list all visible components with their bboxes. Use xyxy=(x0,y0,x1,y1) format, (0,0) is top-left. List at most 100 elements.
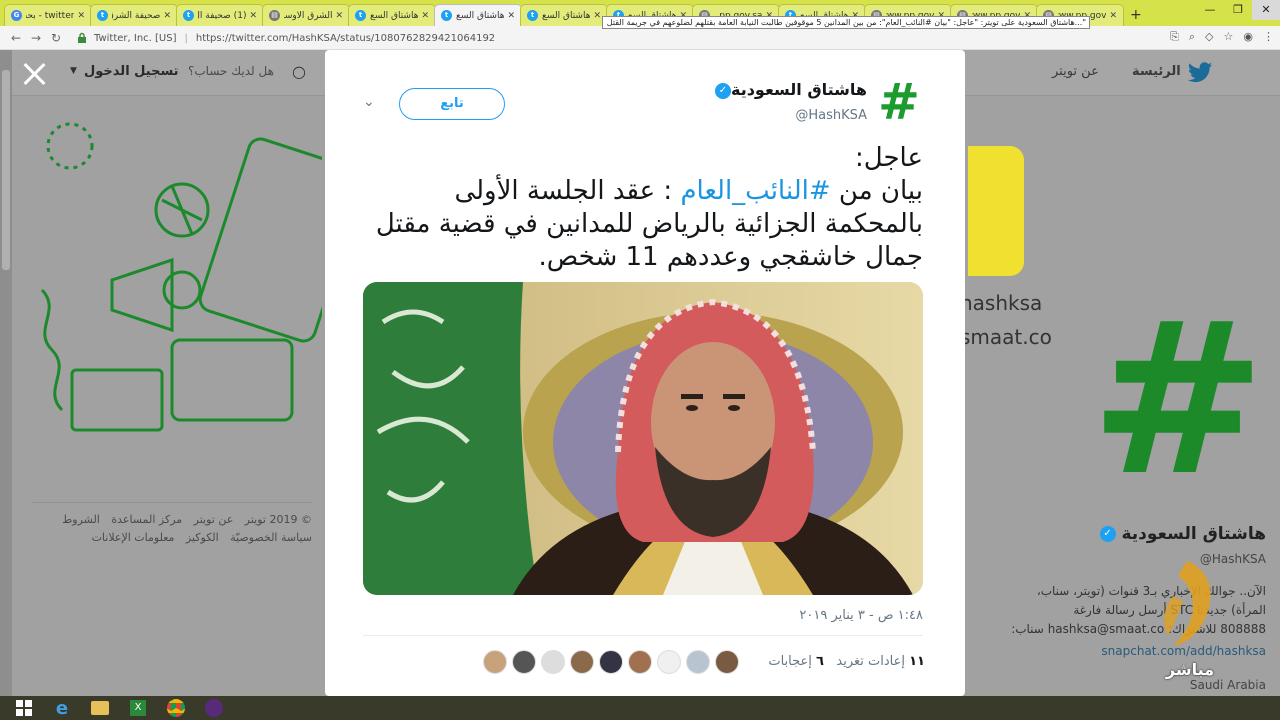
chrome-icon[interactable] xyxy=(160,697,192,719)
bookmark-star-icon[interactable]: ☆ xyxy=(1224,30,1234,44)
back-icon[interactable]: ← xyxy=(6,31,26,45)
footer-links: © 2019 تويتر عن تويتر مركز المساعدة الشر… xyxy=(32,502,312,547)
browser-toolbar: ← → ↻ Twitter, Inc. [US] | https://twitt… xyxy=(0,26,1280,50)
twitter-icon: t xyxy=(183,10,194,21)
file-explorer-icon[interactable] xyxy=(84,697,116,719)
address-bar[interactable]: Twitter, Inc. [US] | https://twitter.com… xyxy=(76,29,1156,47)
windows-start-icon[interactable] xyxy=(8,697,40,719)
tweet-text-before-tag: بيان من xyxy=(830,176,923,206)
tweet-timestamp[interactable]: ١:٤٨ ص - ٣ يناير ٢٠١٩ xyxy=(625,608,923,623)
tweet-photo[interactable] xyxy=(363,282,923,595)
profile-location: Saudi Arabia xyxy=(1189,678,1266,692)
window-close-icon[interactable]: ✕ xyxy=(1252,0,1280,20)
follow-button[interactable]: تابع xyxy=(399,88,505,120)
likes-count[interactable]: ٦ xyxy=(816,654,824,669)
url-text[interactable]: https://twitter.com/HashKSA/status/10807… xyxy=(196,33,495,44)
profile-name[interactable]: هاشتاق السعودية ✓ xyxy=(1060,524,1266,544)
browser-tab[interactable]: t صحيفة الشرق ✕ xyxy=(90,4,178,26)
verified-icon: ✓ xyxy=(1099,526,1116,542)
forward-icon[interactable]: → xyxy=(26,31,46,45)
tweet-author-name[interactable]: هاشتاق السعودية✓ xyxy=(685,80,867,99)
footer-cookies[interactable]: الكوكيز xyxy=(186,531,219,544)
footer-ads-info[interactable]: معلومات الإعلانات xyxy=(92,531,175,544)
minimize-icon[interactable]: — xyxy=(1196,0,1224,20)
twitter-icon: t xyxy=(97,10,108,21)
avatar[interactable] xyxy=(657,650,681,674)
footer-copyright: © 2019 تويتر xyxy=(244,513,312,526)
close-icon[interactable]: ✕ xyxy=(593,11,601,21)
tweet-photo-image xyxy=(363,282,923,595)
close-icon[interactable]: ✕ xyxy=(421,11,429,21)
google-icon: G xyxy=(11,10,22,21)
avatar[interactable] xyxy=(686,650,710,674)
new-tab-button[interactable]: + xyxy=(1130,7,1142,23)
close-icon[interactable]: ✕ xyxy=(335,11,343,21)
live-label: مباشر xyxy=(1165,660,1215,679)
chevron-down-icon[interactable]: ⌄ xyxy=(363,94,375,110)
login-link[interactable]: تسجيل الدخول xyxy=(84,64,179,79)
page-icon: ▤ xyxy=(269,10,280,21)
twitter-bird-icon[interactable] xyxy=(1186,62,1214,84)
footer-help[interactable]: مركز المساعدة xyxy=(111,513,182,526)
avatar[interactable] xyxy=(512,650,536,674)
have-account-text: هل لديك حساب؟ xyxy=(188,64,274,78)
translate-icon[interactable]: ⎘ xyxy=(1170,30,1179,44)
profile-avatar-hash: # xyxy=(1090,277,1266,522)
reload-icon[interactable]: ↻ xyxy=(46,31,66,45)
tweet-author-handle[interactable]: @HashKSA xyxy=(725,108,867,123)
retweets-label[interactable]: إعادات تغريد xyxy=(836,654,905,669)
browser-tab[interactable]: tهاشتاق السع✕ xyxy=(520,4,608,26)
avatar[interactable] xyxy=(483,650,507,674)
address-separator: | xyxy=(184,32,188,44)
close-icon[interactable]: ✕ xyxy=(77,11,85,21)
profile-name-text: هاشتاق السعودية xyxy=(1121,524,1266,544)
avatar[interactable] xyxy=(599,650,623,674)
extension-icon[interactable]: ◇ xyxy=(1205,30,1213,44)
close-overlay-icon[interactable] xyxy=(22,62,46,86)
excel-icon[interactable]: X xyxy=(122,697,154,719)
retweets-count[interactable]: ١١ xyxy=(909,654,925,669)
app-icon[interactable] xyxy=(198,697,230,719)
scrollbar-thumb[interactable] xyxy=(2,70,10,270)
profile-icon[interactable]: ◉ xyxy=(1243,30,1253,44)
browser-tab[interactable]: ▤الشرق الأوسط✕ xyxy=(262,4,350,26)
close-icon[interactable]: ✕ xyxy=(1109,11,1117,21)
avatar[interactable] xyxy=(715,650,739,674)
internet-explorer-icon[interactable]: e xyxy=(46,697,78,719)
nav-about[interactable]: عن تويتر xyxy=(1052,64,1099,79)
close-icon[interactable]: ✕ xyxy=(507,11,515,21)
restore-icon[interactable]: ❐ xyxy=(1224,0,1252,20)
divider xyxy=(363,635,923,636)
menu-icon[interactable]: ⋮ xyxy=(1263,30,1274,44)
tweet-text-prefix: عاجل: xyxy=(855,143,923,173)
tweet-avatar[interactable]: # xyxy=(875,77,923,127)
tweet-text: عاجل: بيان من #النائب_العام : عقد الجلسة… xyxy=(361,142,923,274)
avatar[interactable] xyxy=(628,650,652,674)
twitter-icon: t xyxy=(355,10,366,21)
close-icon[interactable]: ✕ xyxy=(163,11,171,21)
snapchat-banner xyxy=(968,146,1024,276)
likes-label[interactable]: إعجابات xyxy=(768,654,812,669)
browser-tab[interactable]: t(1) صحيفة ال✕ xyxy=(176,4,264,26)
tweet-hashtag-link[interactable]: #النائب_العام xyxy=(680,176,830,206)
footer-terms[interactable]: الشروط xyxy=(62,513,100,526)
scrollbar[interactable] xyxy=(0,50,12,696)
nav-home[interactable]: الرئيسة xyxy=(1132,64,1181,79)
likers-avatars xyxy=(483,650,745,676)
browser-tab-active[interactable]: t هاشتاق السع ✕ xyxy=(434,4,522,26)
toolbar-actions: ⎘ ⌕ ◇ ☆ ◉ ⋮ xyxy=(1170,30,1274,44)
browser-tab[interactable]: tهاشتاق السع✕ xyxy=(348,4,436,26)
avatar[interactable] xyxy=(570,650,594,674)
tweet-modal: # هاشتاق السعودية✓ @HashKSA تابع ⌄ عاجل:… xyxy=(325,50,965,696)
site-identity: Twitter, Inc. [US] xyxy=(94,32,177,44)
zoom-icon[interactable]: ⌕ xyxy=(1189,30,1195,44)
avatar[interactable] xyxy=(541,650,565,674)
browser-tab[interactable]: Gtwitter - بحث✕ xyxy=(4,4,92,26)
footer-about[interactable]: عن تويتر xyxy=(194,513,234,526)
lock-icon xyxy=(78,32,86,43)
caret-down-icon[interactable]: ▼ xyxy=(70,66,77,76)
footer-privacy[interactable]: سياسة الخصوصيّة xyxy=(230,531,312,544)
twitter-icon: t xyxy=(527,10,538,21)
search-icon[interactable]: ○ xyxy=(292,62,306,81)
close-icon[interactable]: ✕ xyxy=(249,11,257,21)
